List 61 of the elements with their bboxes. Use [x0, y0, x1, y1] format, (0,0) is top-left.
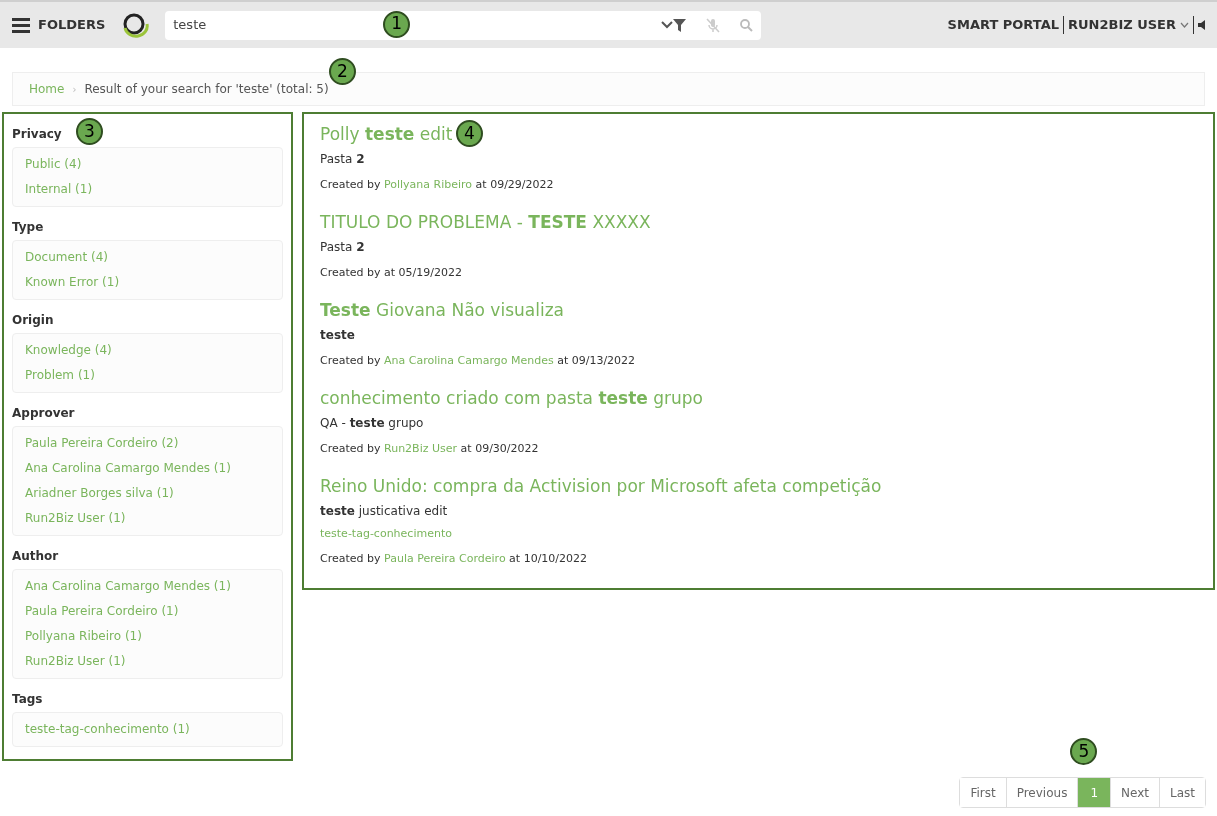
filter-link[interactable]: Ana Carolina Camargo Mendes (1)	[25, 456, 231, 481]
filter-link[interactable]: Internal (1)	[25, 177, 93, 202]
breadcrumb-current: Result of your search for 'teste' (total: 5)	[84, 81, 329, 98]
result-meta: Created by Run2Biz User at 09/30/2022	[320, 440, 539, 457]
logo-icon	[121, 12, 150, 38]
callout-badge: 3	[76, 118, 103, 145]
filter-link[interactable]: Document (4)	[25, 245, 108, 270]
tag-link[interactable]: teste-tag-conhecimento	[320, 525, 452, 542]
filter-group-title: Approver	[12, 405, 75, 422]
author-link[interactable]: Run2Biz User	[384, 441, 458, 455]
callout-badge: 5	[1070, 738, 1098, 765]
filter-link[interactable]: Pollyana Ribeiro (1)	[25, 624, 142, 649]
result-meta: Created by at 05/19/2022	[320, 264, 462, 281]
filter-link[interactable]: Problem (1)	[25, 363, 95, 388]
filter-link[interactable]: Ariadner Borges silva (1)	[25, 481, 174, 506]
filter-link[interactable]: Ana Carolina Camargo Mendes (1)	[25, 574, 231, 599]
author-link[interactable]: Paula Pereira Cordeiro	[384, 552, 506, 565]
filter-link[interactable]: Knowledge (4)	[25, 338, 112, 363]
result-folder: teste	[320, 326, 356, 344]
author-link[interactable]: Pollyana Ribeiro	[384, 177, 473, 191]
user-menu[interactable]: RUN2BIZ USER	[1068, 15, 1176, 35]
filter-link[interactable]: teste-tag-conhecimento (1)	[25, 717, 190, 742]
filter-group-title: Tags	[12, 691, 43, 708]
filter-icon[interactable]	[673, 18, 687, 32]
filter-link[interactable]: Paula Pereira Cordeiro (1)	[25, 599, 179, 624]
result-folder: Pasta 2	[320, 150, 366, 168]
filter-group-title: Privacy	[12, 126, 62, 143]
filter-link[interactable]: Run2Biz User (1)	[25, 506, 126, 531]
breadcrumb-separator: ›	[72, 82, 77, 97]
result-title-link[interactable]: Teste Giovana Não visualiza	[320, 298, 564, 324]
result-meta: Created by Paula Pereira Cordeiro at 10/10/2022	[320, 551, 588, 567]
result-title-link[interactable]: Reino Unido: compra da Activision por Microsoft afeta competição	[320, 474, 882, 500]
result-folder: QA - teste grupo	[320, 414, 425, 432]
callout-badge: 1	[383, 10, 411, 38]
search-field[interactable]: teste 1	[165, 10, 762, 40]
chevron-down-icon[interactable]	[1180, 22, 1189, 28]
filter-group-title: Origin	[12, 312, 54, 329]
result-title-link[interactable]: Polly teste edit	[320, 122, 453, 148]
filter-link[interactable]: Public (4)	[25, 152, 82, 177]
speaker-icon[interactable]	[1198, 20, 1205, 30]
filter-link[interactable]: Paula Pereira Cordeiro (2)	[25, 431, 179, 456]
breadcrumb-link[interactable]: Home	[29, 80, 65, 98]
filter-link[interactable]: Known Error (1)	[25, 270, 120, 295]
result-meta: Created by Ana Carolina Camargo Mendes at 09/13/2022	[320, 352, 636, 369]
chevron-down-icon[interactable]	[661, 21, 674, 29]
result-meta: Created by Pollyana Ribeiro at 09/29/2022	[320, 176, 554, 193]
result-folder: Pasta 2	[320, 238, 366, 256]
menu-icon[interactable]	[12, 17, 30, 33]
callout-badge: 4	[456, 120, 483, 147]
filter-group-title: Type	[12, 219, 44, 236]
result-folder: teste justicativa edit	[320, 502, 449, 520]
result-title-link[interactable]: conhecimento criado com pasta teste grupo	[320, 386, 704, 412]
page-button[interactable]: 1	[1077, 778, 1111, 807]
folders-label[interactable]: FOLDERS	[38, 15, 106, 35]
filter-group-title: Author	[12, 548, 59, 565]
callout-badge: 2	[329, 58, 356, 85]
page-button[interactable]: Last	[1159, 778, 1205, 807]
filter-link[interactable]: Run2Biz User (1)	[25, 649, 126, 674]
result-title-link[interactable]: TITULO DO PROBLEMA - TESTE XXXXX	[320, 210, 651, 236]
author-link[interactable]: Ana Carolina Camargo Mendes	[384, 353, 554, 367]
portal-link[interactable]: SMART PORTAL	[947, 15, 1059, 35]
